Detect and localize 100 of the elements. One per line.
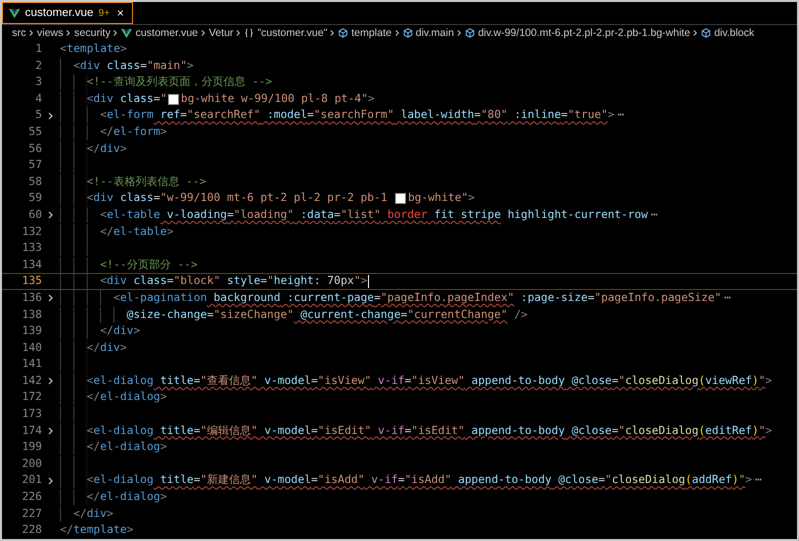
- breadcrumb-item[interactable]: template: [351, 27, 392, 39]
- breadcrumb-item[interactable]: security: [74, 27, 110, 39]
- chevron-icon[interactable]: [48, 112, 54, 120]
- chevron-icon[interactable]: [48, 294, 54, 302]
- code-text: highlight-current-row: [506, 206, 648, 223]
- braces-icon: [244, 28, 254, 38]
- chevron-icon[interactable]: [48, 211, 54, 220]
- line-number: 55: [28, 124, 42, 140]
- code-text: <el-dialog: [86, 422, 154, 439]
- chevron-icon: [394, 29, 400, 37]
- code-text: </div>: [86, 340, 127, 356]
- code-text: <el-dialog: [86, 472, 154, 488]
- line-number: 140: [20, 340, 42, 356]
- text-cursor: [368, 275, 370, 288]
- line-number: 60: [28, 206, 42, 223]
- code-text: <!--查询及列表页面，分页信息 -->: [86, 74, 272, 90]
- folded-code-ellipsis[interactable]: ⋯: [752, 472, 762, 490]
- chevron-icon[interactable]: [48, 426, 54, 435]
- chevron-icon: [693, 29, 698, 37]
- line-number: 200: [20, 456, 42, 472]
- line-number: 135: [20, 274, 42, 289]
- chevron-icon[interactable]: [48, 377, 54, 386]
- line-number: 132: [20, 224, 42, 240]
- code-text: </template>: [60, 522, 134, 538]
- code-text: <el-pagination: [113, 290, 207, 306]
- code-text: >: [745, 472, 752, 488]
- breadcrumb-item[interactable]: "customer.vue": [257, 27, 328, 39]
- line-number: 3: [34, 74, 42, 90]
- code-text: </el-dialog>: [86, 389, 167, 406]
- breadcrumb-item[interactable]: div.block: [714, 27, 754, 39]
- line-number: 141: [20, 356, 42, 372]
- line-number: 134: [20, 256, 42, 273]
- code-text: <div class="w-99/100 mt-6 pt-2 pl-2 pr-2 pb-1: [86, 190, 388, 206]
- chevron-icon: [330, 29, 336, 37]
- chevron-icon: [29, 29, 34, 37]
- editor-tab[interactable]: customer.vue 9+ ×: [2, 2, 133, 24]
- breadcrumb-item[interactable]: Vetur: [208, 27, 234, 39]
- code-text: <template>: [60, 41, 127, 57]
- breadcrumb-item[interactable]: div.main: [416, 27, 454, 39]
- breadcrumb-item[interactable]: src: [12, 27, 26, 39]
- line-number: 5: [34, 107, 42, 124]
- chevron-icon: [236, 29, 242, 37]
- code-text: </div>: [100, 323, 140, 340]
- chevron-icon: [200, 29, 206, 37]
- code-text: title="编辑信息" v-model="isEdit" v-if="isEdit" append-to-body @close="closeDialog(editRef)": [159, 422, 766, 439]
- cube-icon: [338, 28, 348, 38]
- code-text: >: [765, 372, 772, 389]
- code-text: </div>: [73, 506, 114, 522]
- code-text: @size-change="sizeChange": [126, 306, 294, 322]
- code-text: >: [765, 422, 772, 439]
- line-number: 138: [20, 306, 42, 322]
- code-text: ref="searchRef" :model="searchForm" label-width="80" :inline="true": [159, 107, 608, 124]
- code-text: />: [513, 306, 528, 322]
- line-number: 4: [34, 90, 42, 107]
- breadcrumb-item[interactable]: div.w-99/100.mt-6.pt-2.pl-2.pr-2.pb-1.bg-white: [478, 27, 690, 39]
- line-number: 226: [20, 489, 42, 506]
- code-text: <div class=": [86, 90, 167, 107]
- vue-file-icon: [9, 8, 20, 18]
- code-text: @current-change="currentChange": [299, 306, 508, 322]
- code-text: </el-dialog>: [86, 439, 167, 456]
- line-number: 199: [20, 439, 42, 456]
- code-text: background :current-page="pageInfo.pageIndex": [212, 290, 514, 306]
- cube-icon: [701, 28, 712, 38]
- line-number: 59: [28, 190, 42, 206]
- line-number: 57: [28, 157, 42, 174]
- chevron-icon[interactable]: [48, 476, 54, 485]
- code-text: </el-table>: [100, 224, 174, 240]
- code-text: title="新建信息" v-model="isAdd" v-if="isAdd" append-to-body @close="closeDialog(addRef)": [159, 472, 746, 488]
- line-number: 172: [20, 389, 42, 406]
- code-text: title="查看信息" v-model="isView" v-if="isView" append-to-body @close="closeDialog(viewRef)": [159, 372, 766, 389]
- breadcrumb-item[interactable]: views: [37, 27, 64, 39]
- chevron-icon: [66, 29, 72, 37]
- line-number: 58: [28, 174, 42, 190]
- code-text: >: [608, 107, 614, 124]
- folded-code-ellipsis[interactable]: ⋯: [721, 290, 731, 306]
- line-number: 2: [34, 58, 42, 74]
- folded-code-ellipsis[interactable]: ⋯: [648, 206, 658, 224]
- code-text: </div>: [86, 140, 127, 157]
- code-text: <div class="block" style="height: 70px">: [100, 274, 368, 289]
- line-number: 201: [20, 472, 42, 488]
- code-text: <el-dialog: [86, 372, 154, 389]
- code-text: bg-white">: [408, 190, 475, 206]
- line-number: 136: [20, 290, 42, 306]
- vue-file-icon: [121, 28, 132, 38]
- breadcrumb-item[interactable]: customer.vue: [135, 27, 198, 39]
- line-number: 139: [20, 323, 42, 340]
- close-button[interactable]: ×: [114, 6, 126, 20]
- line-number: 174: [20, 422, 42, 439]
- folded-code-ellipsis[interactable]: ⋯: [614, 107, 624, 124]
- line-number: 133: [20, 240, 42, 256]
- code-text: bg-white w-99/100 pl-8 pt-4">: [180, 90, 375, 107]
- line-number: 228: [20, 522, 42, 538]
- code-text: <el-form: [100, 107, 154, 124]
- code-text: </el-form>: [100, 124, 167, 140]
- chevron-icon: [113, 29, 118, 37]
- code-text: <!--表格列表信息 -->: [86, 174, 206, 190]
- line-number: 142: [20, 372, 42, 389]
- line-number: 56: [28, 140, 42, 157]
- cube-icon: [464, 28, 475, 38]
- line-number: 1: [34, 41, 42, 57]
